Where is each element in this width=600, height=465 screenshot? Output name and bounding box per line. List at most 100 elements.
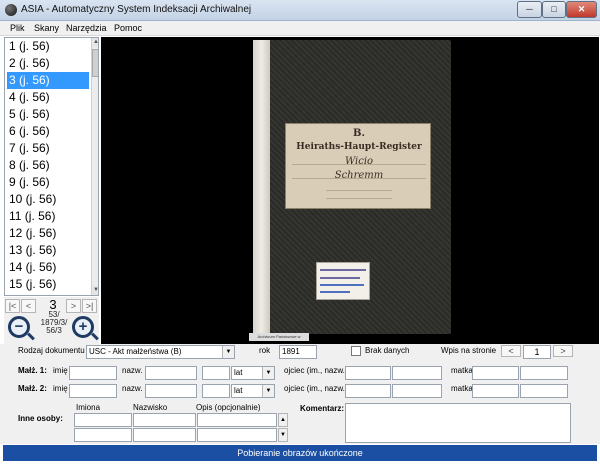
scroll-up-icon[interactable]: ▲ [278,413,288,427]
list-item[interactable]: 2 (j. 56) [7,55,89,72]
spouse2-mother-surname-input[interactable] [520,384,568,398]
col-first-names: Imiona [76,403,101,412]
app-icon [5,4,17,16]
spouse2-father-first-input[interactable] [345,384,391,398]
spouse1-first-name-input[interactable] [69,366,117,380]
close-button[interactable]: ✕ [566,1,597,18]
age-unit-value: lat [234,368,243,377]
chevron-down-icon[interactable]: ▼ [262,385,274,397]
zoom-in-icon[interactable]: + [72,316,94,338]
spouse1-mother-first-input[interactable] [472,366,519,380]
menu-bar: Plik Skany Narzędzia Pomoc [0,21,600,36]
scroll-down-icon[interactable]: ▼ [92,286,98,295]
no-data-checkbox[interactable] [351,346,361,356]
year-input[interactable]: 1891 [279,345,317,359]
entry-input[interactable]: 1 [523,345,551,359]
col-surname: Nazwisko [133,403,168,412]
list-item[interactable]: 4 (j. 56) [7,89,89,106]
cover-label: B. Heiraths-Haupt-Register Wicio Schremm [285,123,431,209]
archive-stamp [316,262,370,300]
next-entry-button[interactable]: > [553,345,573,357]
age-unit-value: lat [234,386,243,395]
list-item[interactable]: 12 (j. 56) [7,225,89,242]
menu-item-narzedzia[interactable]: Narzędzia [66,23,107,33]
menu-item-pomoc[interactable]: Pomoc [114,23,142,33]
index-form: Rodzaj dokumentu USC - Akt małżeństwa (B… [0,344,600,444]
list-item[interactable]: 7 (j. 56) [7,140,89,157]
spouse2-surname-input[interactable] [145,384,197,398]
spouse2-age-input[interactable] [202,384,230,398]
list-item-selected[interactable]: 3 (j. 56) [7,72,89,89]
other-surname-input[interactable] [133,413,196,427]
first-name-label: imię [53,384,68,393]
doc-type-select[interactable]: USC - Akt małżeństwa (B) ▼ [86,345,235,359]
comment-textarea[interactable] [345,403,571,443]
spouse1-father-first-input[interactable] [345,366,391,380]
page-navigation: |< < 3 > >| 53/ 1879/3/ 56/3 − + [4,297,99,345]
list-item[interactable]: 15 (j. 56) [7,276,89,293]
maximize-button[interactable]: □ [542,1,566,18]
spouse1-surname-input[interactable] [145,366,197,380]
spouse1-label: Małż. 1: [18,366,47,375]
signature: 53/ 1879/3/ 56/3 [32,311,76,335]
label-rule [326,198,392,199]
scroll-down-icon[interactable]: ▼ [278,428,288,442]
list-item[interactable]: 8 (j. 56) [7,157,89,174]
doc-type-label: Rodzaj dokumentu [18,346,85,355]
menu-item-plik[interactable]: Plik [10,23,25,33]
first-page-button[interactable]: |< [5,299,20,313]
surname-label: nazw. [122,366,143,375]
spouse2-label: Małż. 2: [18,384,47,393]
stamp-line [320,291,350,293]
list-item[interactable]: 13 (j. 56) [7,242,89,259]
list-item[interactable]: 1 (j. 56) [7,38,89,55]
spouse2-mother-first-input[interactable] [472,384,519,398]
spouse2-age-unit-select[interactable]: lat ▼ [231,384,275,398]
other-people-label: Inne osoby: [18,414,63,423]
signature-line: 56/3 [46,326,62,335]
menu-item-skany[interactable]: Skany [34,23,59,33]
spouse1-father-surname-input[interactable] [392,366,442,380]
other-description-input[interactable] [197,413,277,427]
label-handwriting: Wicio [344,156,374,167]
chevron-down-icon[interactable]: ▼ [262,367,274,379]
list-item[interactable]: 10 (j. 56) [7,191,89,208]
minimize-button[interactable]: ─ [517,1,542,18]
other-first-name-input[interactable] [74,413,132,427]
first-name-label: imię [53,366,68,375]
label-title: Heiraths-Haupt-Register [296,142,422,152]
spouse1-mother-surname-input[interactable] [520,366,568,380]
list-item[interactable]: 9 (j. 56) [7,174,89,191]
prev-entry-button[interactable]: < [501,345,521,357]
no-data-label: Brak danych [365,346,410,355]
list-item[interactable]: 5 (j. 56) [7,106,89,123]
spouse2-first-name-input[interactable] [69,384,117,398]
list-item[interactable]: 6 (j. 56) [7,123,89,140]
zoom-out-icon[interactable]: − [8,316,30,338]
list-scrollbar[interactable]: ▲ ▼ [91,38,98,295]
label-handwriting: Schremm [334,170,384,181]
comment-label: Komentarz: [300,404,345,413]
scroll-up-icon[interactable]: ▲ [92,38,98,47]
stamp-line [320,284,364,286]
last-page-button[interactable]: >| [82,299,97,313]
mother-label: matka [451,366,473,375]
spouse2-father-surname-input[interactable] [392,384,442,398]
list-item[interactable]: 14 (j. 56) [7,259,89,276]
other-first-name-input[interactable] [74,428,132,442]
other-description-input[interactable] [197,428,277,442]
chevron-down-icon[interactable]: ▼ [222,346,234,358]
scan-list[interactable]: 1 (j. 56) 2 (j. 56) 3 (j. 56) 4 (j. 56) … [4,37,99,296]
doc-type-value: USC - Akt małżeństwa (B) [89,347,182,356]
window-title: ASIA - Automatyczny System Indeksacji Ar… [21,4,252,15]
father-label: ojciec (im., nazw.) [284,384,348,393]
label-letter: B. [353,128,365,139]
scrollbar-thumb[interactable] [92,49,98,77]
spouse1-age-input[interactable] [202,366,230,380]
status-bar: Pobieranie obrazów ukończone [3,445,597,461]
archive-watermark: Archiwum Państwowe w Poznaniu [249,333,309,344]
list-item[interactable]: 11 (j. 56) [7,208,89,225]
spouse1-age-unit-select[interactable]: lat ▼ [231,366,275,380]
other-surname-input[interactable] [133,428,196,442]
scan-viewer[interactable]: B. Heiraths-Haupt-Register Wicio Schremm… [101,37,599,344]
